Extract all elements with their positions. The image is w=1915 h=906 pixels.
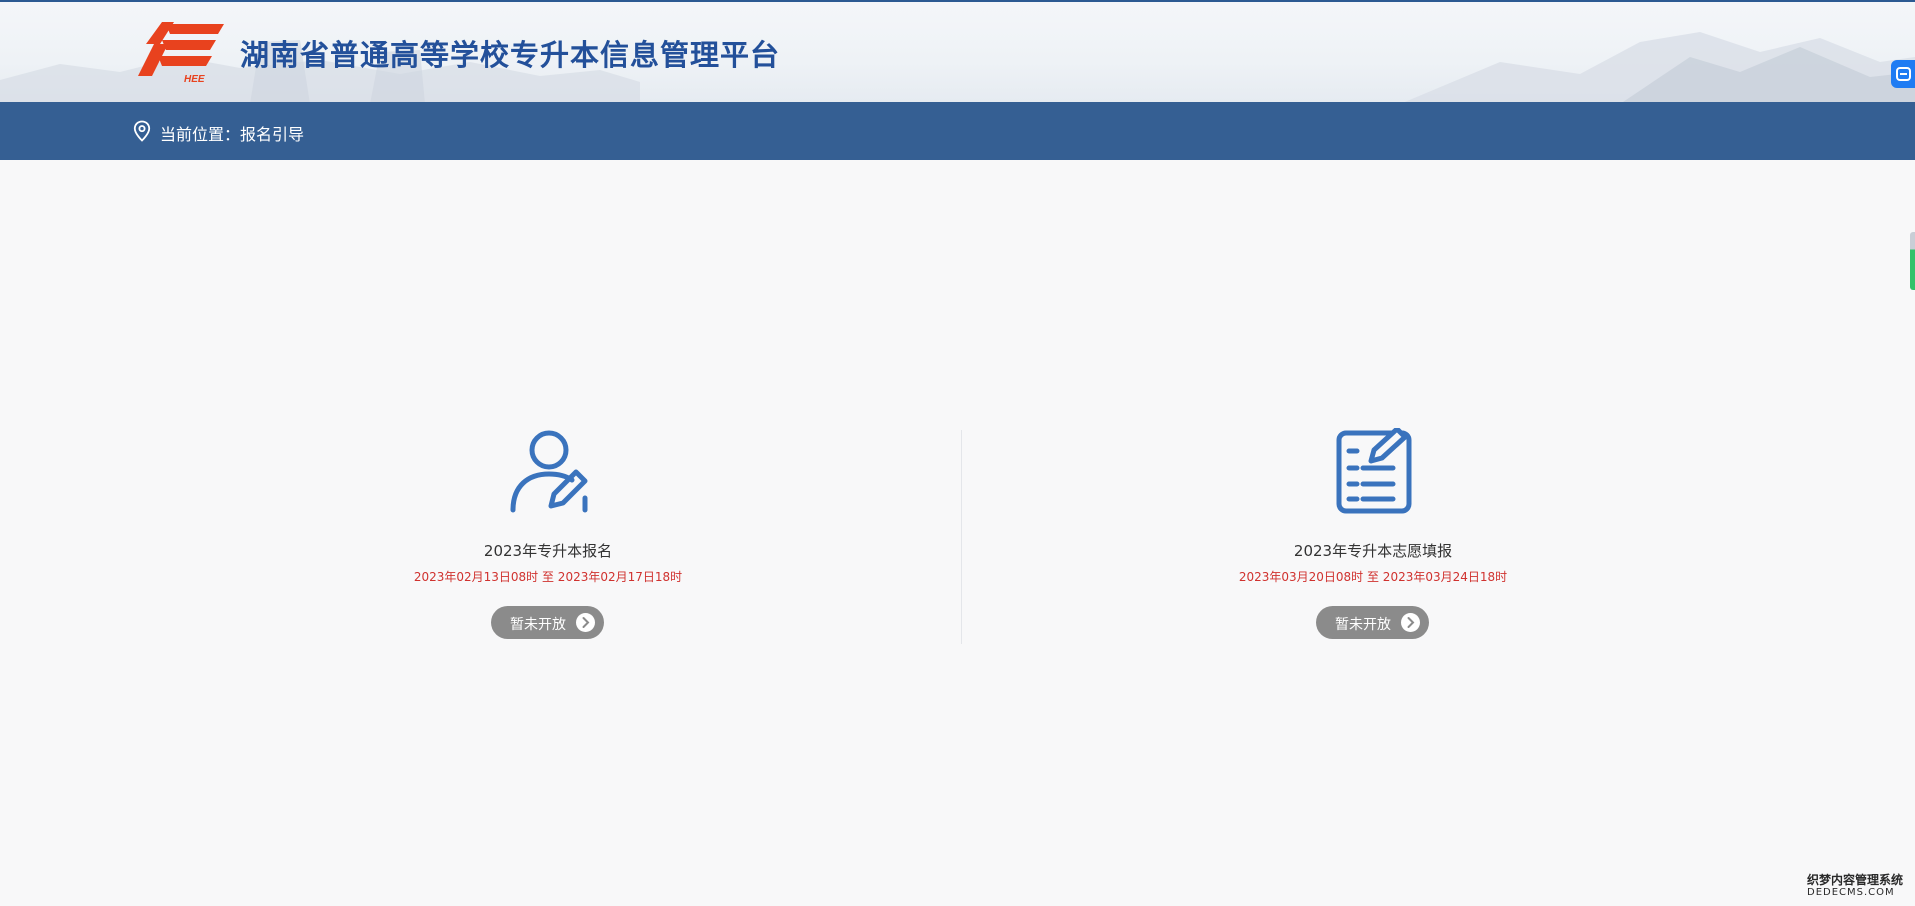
side-service-button[interactable] [1891, 60, 1915, 88]
watermark-domain: DEDECMS.COM [1807, 887, 1895, 898]
watermark-text: 织梦内容管理系统 [1807, 873, 1904, 887]
application-card: 2023年专升本志愿填报 2023年03月20日08时 至 2023年03月24… [1113, 425, 1633, 645]
page-title: 湖南省普通高等学校专升本信息管理平台 [240, 38, 781, 72]
chevron-right-icon [576, 613, 595, 632]
registration-card: 2023年专升本报名 2023年02月13日08时 至 2023年02月17日1… [288, 425, 808, 645]
card-time-range: 2023年03月20日08时 至 2023年03月24日18时 [1238, 570, 1508, 584]
card-divider [961, 430, 962, 644]
not-open-button[interactable]: 暂未开放 [491, 606, 604, 639]
location-pin-icon [133, 120, 151, 142]
card-title: 2023年专升本志愿填报 [1293, 542, 1453, 560]
chevron-right-icon [1401, 613, 1420, 632]
user-edit-icon [510, 430, 588, 513]
card-time-range: 2023年02月13日08时 至 2023年02月17日18时 [413, 570, 683, 584]
service-icon [1896, 67, 1911, 81]
document-edit-icon [1336, 428, 1412, 514]
watermark: 织梦内容管理系统 DEDECMS.COM [1800, 870, 1912, 900]
card-title: 2023年专升本报名 [483, 542, 613, 560]
logo-text: HEE [184, 74, 205, 84]
platform-logo: HEE [132, 18, 224, 85]
side-scroll-tab[interactable] [1910, 232, 1915, 290]
breadcrumb-current: 报名引导 [240, 125, 305, 144]
not-open-button[interactable]: 暂未开放 [1316, 606, 1429, 639]
button-label: 暂未开放 [1335, 617, 1391, 633]
breadcrumb-bar: 当前位置： 报名引导 [0, 102, 1915, 160]
breadcrumb-label: 当前位置： [160, 125, 241, 144]
button-label: 暂未开放 [510, 617, 566, 633]
site-header: HEE 湖南省普通高等学校专升本信息管理平台 [0, 0, 1915, 102]
